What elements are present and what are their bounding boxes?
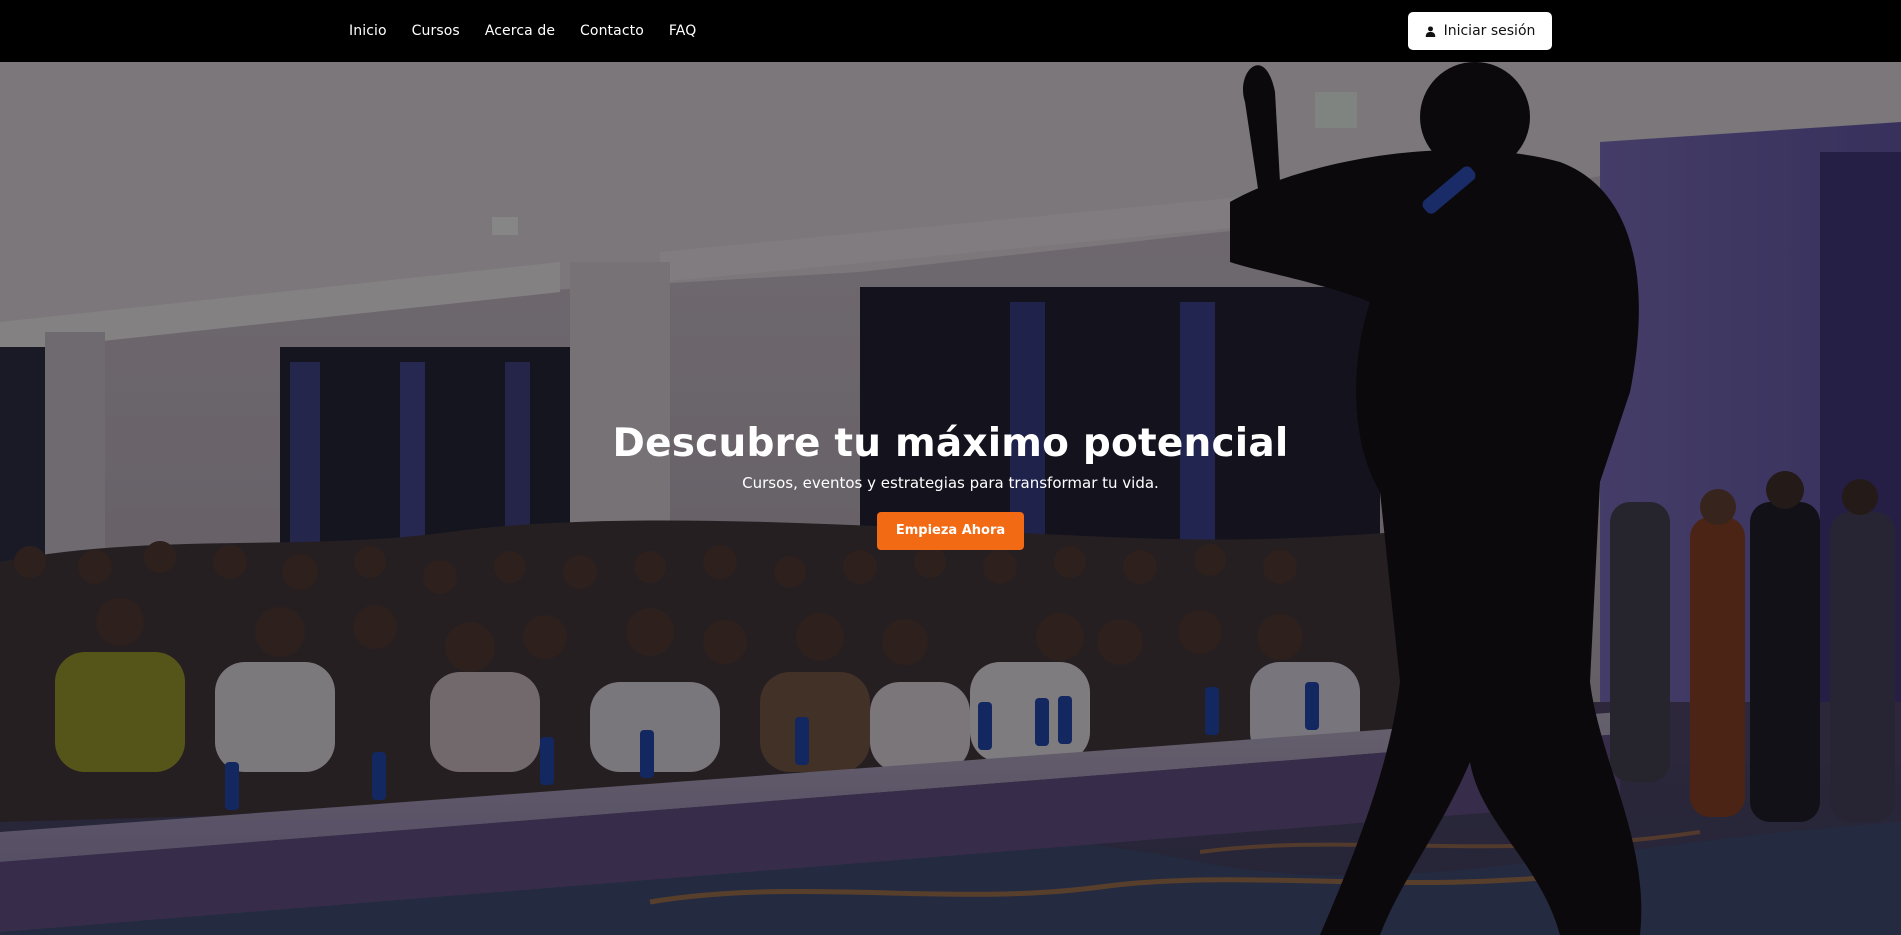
login-button[interactable]: Iniciar sesión [1408, 12, 1552, 50]
nav-link-cursos[interactable]: Cursos [412, 23, 460, 39]
nav-link-acerca-de[interactable]: Acerca de [485, 23, 555, 39]
start-now-button[interactable]: Empieza Ahora [876, 512, 1025, 550]
login-button-label: Iniciar sesión [1443, 23, 1536, 39]
user-icon [1425, 25, 1436, 37]
hero-subtitle: Cursos, eventos y estrategias para trans… [742, 474, 1159, 492]
nav-link-contacto[interactable]: Contacto [580, 23, 644, 39]
hero-title: Descubre tu máximo potencial [612, 421, 1289, 466]
main-nav: Inicio Cursos Acerca de Contacto FAQ [349, 0, 696, 62]
nav-link-inicio[interactable]: Inicio [349, 23, 387, 39]
nav-link-faq[interactable]: FAQ [669, 23, 696, 39]
hero-content: Descubre tu máximo potencial Cursos, eve… [0, 420, 1901, 550]
top-navigation-bar: Inicio Cursos Acerca de Contacto FAQ Ini… [0, 0, 1901, 62]
hero-section: Descubre tu máximo potencial Cursos, eve… [0, 62, 1901, 935]
